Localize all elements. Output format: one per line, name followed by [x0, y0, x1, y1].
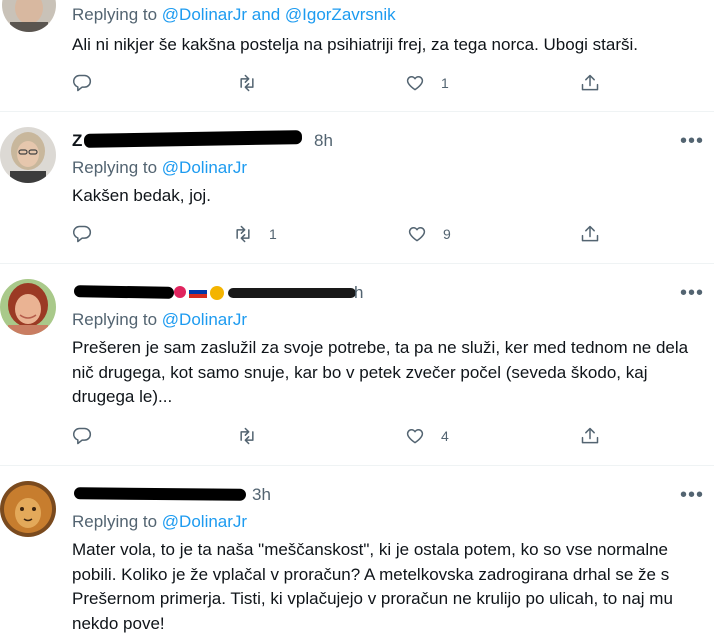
share-icon	[581, 427, 599, 444]
display-name[interactable]: Z	[72, 131, 82, 151]
tweet-text: Ali ni nikjer še kakšna postelja na psih…	[72, 35, 638, 54]
replying-label: Replying to	[72, 310, 158, 329]
sunflower-emoji-icon	[210, 286, 224, 300]
tweet-text: Kakšen bedak, joj.	[72, 186, 211, 205]
avatar[interactable]	[0, 127, 56, 183]
mention-link[interactable]: @DolinarJr	[162, 310, 247, 329]
like-icon	[406, 429, 424, 444]
reply-button[interactable]	[72, 222, 108, 246]
redaction-scribble	[228, 288, 356, 298]
avatar[interactable]	[0, 279, 56, 335]
reply-button[interactable]	[72, 71, 108, 95]
tweet[interactable]: Replying to @DolinarJr and @IgorZavrsnik…	[0, 0, 714, 111]
more-icon: •••	[680, 483, 705, 506]
replying-label: Replying to	[72, 158, 158, 177]
like-icon	[408, 227, 426, 242]
tweet[interactable]: Z 8h ••• Replying to @DolinarJr Kakšen b…	[0, 112, 714, 263]
tweet-time[interactable]: h	[354, 283, 363, 303]
replying-label: Replying to	[72, 512, 158, 531]
tweet-text: Prešeren je sam zaslužil za svoje potreb…	[72, 338, 689, 406]
replying-to: Replying to @DolinarJr	[72, 158, 247, 178]
emoji-decoration	[174, 286, 230, 300]
share-icon	[581, 74, 599, 91]
retweet-icon	[240, 74, 254, 92]
more-icon: •••	[680, 129, 705, 152]
redaction-scribble	[83, 130, 303, 148]
mention-link[interactable]: @DolinarJr	[162, 512, 247, 531]
replying-label: Replying to	[72, 5, 158, 24]
tweet-actions: 1	[72, 71, 612, 95]
avatar[interactable]	[2, 0, 56, 32]
retweet-count: 1	[269, 226, 277, 242]
like-count: 4	[441, 428, 449, 444]
like-button[interactable]: 9	[407, 222, 451, 246]
retweet-button[interactable]: 1	[233, 222, 277, 246]
tweet-time-wrap: 8h	[312, 130, 333, 152]
replying-to: Replying to @DolinarJr and @IgorZavrsnik	[72, 5, 396, 25]
heart-emoji-icon	[174, 286, 186, 298]
retweet-button[interactable]	[237, 424, 273, 448]
more-button[interactable]: •••	[680, 483, 705, 506]
tweet[interactable]: 3h ••• Replying to @DolinarJr Mater vola…	[0, 466, 714, 640]
more-icon: •••	[680, 281, 705, 304]
like-button[interactable]: 1	[405, 71, 449, 95]
more-button[interactable]: •••	[680, 281, 705, 304]
reply-icon	[72, 225, 92, 243]
tweet-header: Z	[72, 130, 82, 152]
replying-to: Replying to @DolinarJr	[72, 512, 247, 532]
retweet-button[interactable]	[237, 71, 273, 95]
redaction-scribble	[73, 285, 175, 299]
share-button[interactable]	[580, 424, 600, 448]
share-button[interactable]	[580, 222, 600, 246]
more-button[interactable]: •••	[680, 129, 705, 152]
retweet-icon	[240, 427, 254, 445]
tweet-actions: 1 9	[72, 222, 612, 246]
reply-button[interactable]	[72, 424, 108, 448]
tweet-time-wrap: h	[352, 282, 363, 304]
replying-to: Replying to @DolinarJr	[72, 310, 247, 330]
like-icon	[406, 76, 424, 91]
like-count: 9	[443, 226, 451, 242]
like-count: 1	[441, 75, 449, 91]
tweet[interactable]: h ••• Replying to @DolinarJr Prešeren je…	[0, 264, 714, 464]
tweet-text: Mater vola, to je ta naša "meščanskost",…	[72, 540, 673, 633]
tweet-time[interactable]: 8h	[314, 131, 333, 151]
mention-link[interactable]: @DolinarJr	[162, 158, 247, 177]
share-button[interactable]	[580, 71, 600, 95]
redaction-scribble	[73, 487, 247, 501]
avatar[interactable]	[0, 481, 56, 537]
tweet-time[interactable]: 3h	[252, 485, 271, 505]
reply-icon	[72, 427, 92, 445]
retweet-icon	[236, 225, 250, 243]
mention-link[interactable]: @DolinarJr and @IgorZavrsnik	[162, 5, 396, 24]
reply-icon	[72, 74, 92, 92]
flag-emoji-icon	[189, 286, 207, 298]
share-icon	[581, 225, 599, 242]
tweet-time-wrap: 3h	[250, 484, 271, 506]
like-button[interactable]: 4	[405, 424, 449, 448]
tweet-actions: 4	[72, 424, 612, 448]
